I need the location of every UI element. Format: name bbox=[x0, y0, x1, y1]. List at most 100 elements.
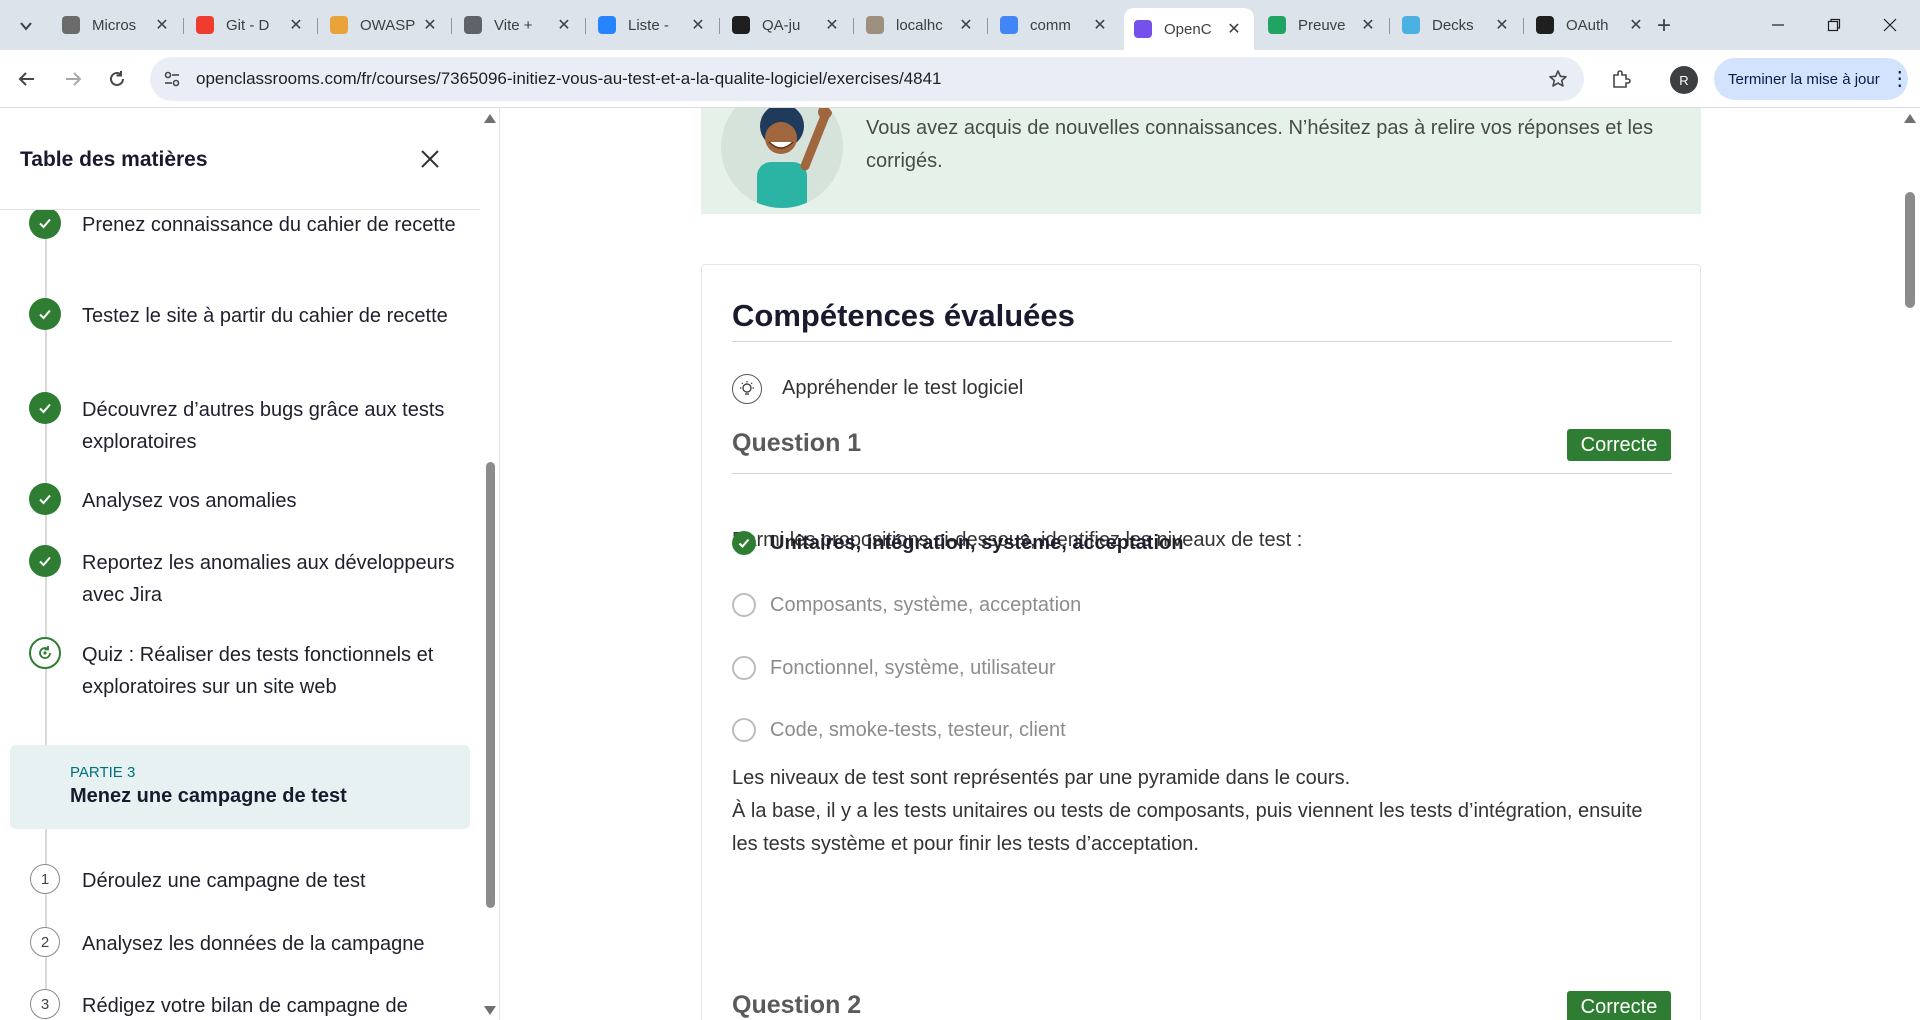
bookmark-star-icon[interactable] bbox=[1546, 67, 1570, 91]
answer-option: Unitaires, intégration, système, accepta… bbox=[732, 528, 1183, 558]
close-tab-icon[interactable]: ✕ bbox=[554, 15, 574, 35]
close-tab-icon[interactable]: ✕ bbox=[956, 15, 976, 35]
part-title: Menez une campagne de test bbox=[70, 785, 347, 807]
radio-unselected-icon bbox=[732, 593, 756, 617]
tab-title: Micros bbox=[92, 16, 137, 34]
sidebar-chapter-label: Testez le site à partir du cahier de rec… bbox=[82, 305, 448, 327]
tab-title: Decks bbox=[1432, 16, 1474, 34]
github-icon bbox=[732, 16, 750, 34]
tab-2[interactable]: Git - D ✕ bbox=[186, 8, 316, 42]
checkmark-icon bbox=[29, 207, 61, 239]
localhost-icon bbox=[866, 16, 884, 34]
tab-5[interactable]: Liste - ✕ bbox=[588, 8, 718, 42]
restore-icon[interactable] bbox=[1806, 0, 1862, 50]
sidebar-chapter[interactable]: Analysez vos anomalies bbox=[0, 483, 480, 515]
close-tab-icon[interactable]: ✕ bbox=[1626, 15, 1646, 35]
close-tab-icon[interactable]: ✕ bbox=[152, 15, 172, 35]
checkmark-icon bbox=[29, 483, 61, 515]
forward-arrow-icon[interactable] bbox=[56, 62, 90, 96]
close-tab-icon[interactable]: ✕ bbox=[688, 15, 708, 35]
update-button-label: Terminer la mise à jour bbox=[1728, 70, 1880, 88]
answer-option: Code, smoke-tests, testeur, client bbox=[732, 715, 1066, 745]
tab-4[interactable]: Vite + ✕ bbox=[454, 8, 584, 42]
tab-title: Liste - bbox=[628, 16, 669, 34]
profile-avatar[interactable]: R bbox=[1670, 66, 1698, 94]
sidebar-chapter[interactable]: 2 Analysez les données de la campagne bbox=[0, 926, 480, 958]
scroll-up-arrow-icon[interactable] bbox=[484, 114, 496, 123]
tab-title: Preuve bbox=[1298, 16, 1346, 34]
correct-check-icon bbox=[732, 531, 756, 555]
close-tab-icon[interactable]: ✕ bbox=[1224, 19, 1244, 39]
close-tab-icon[interactable]: ✕ bbox=[286, 15, 306, 35]
answer-option: Composants, système, acceptation bbox=[732, 590, 1081, 620]
close-tab-icon[interactable]: ✕ bbox=[1090, 15, 1110, 35]
tab-separator bbox=[987, 18, 988, 34]
question-2-title: Question 2 bbox=[732, 991, 862, 1019]
part-3-header[interactable]: PARTIE 3 Menez une campagne de test bbox=[10, 745, 470, 829]
banner-message: Vous avez acquis de nouvelles connaissan… bbox=[866, 117, 1654, 172]
sidebar-chapter[interactable]: Prenez connaissance du cahier de recette bbox=[0, 207, 480, 271]
tab-10[interactable]: Preuve ✕ bbox=[1258, 8, 1388, 42]
scrollbar-thumb[interactable] bbox=[1905, 192, 1915, 308]
chapter-number: 1 bbox=[30, 864, 60, 894]
minimize-icon[interactable] bbox=[1750, 0, 1806, 50]
sidebar-scrollbar[interactable] bbox=[480, 108, 499, 1020]
update-button[interactable]: Terminer la mise à jour ⋮ bbox=[1714, 58, 1910, 100]
results-card: Compétences évaluées Appréhender le test… bbox=[701, 264, 1701, 1020]
celebrating-person-illustration bbox=[721, 108, 843, 208]
sidebar-chapter[interactable]: 3 Rédigez votre bilan de campagne de bbox=[0, 988, 480, 1020]
scrollbar-thumb[interactable] bbox=[486, 462, 495, 908]
checkmark-icon bbox=[29, 298, 61, 330]
tab-separator bbox=[183, 18, 184, 34]
answer-option-label: Fonctionnel, système, utilisateur bbox=[770, 656, 1056, 679]
address-bar[interactable]: openclassrooms.com/fr/courses/7365096-in… bbox=[150, 57, 1584, 101]
explanation-line: Les niveaux de test sont représentés par… bbox=[732, 767, 1351, 789]
tab-separator bbox=[719, 18, 720, 34]
close-sidebar-icon[interactable] bbox=[415, 144, 445, 174]
sidebar-title: Table des matières bbox=[20, 148, 208, 171]
scroll-up-arrow-icon[interactable] bbox=[1904, 114, 1916, 123]
url-text[interactable]: openclassrooms.com/fr/courses/7365096-in… bbox=[196, 69, 942, 89]
sidebar-chapter[interactable]: Découvrez d’autres bugs grâce aux tests … bbox=[0, 392, 480, 456]
owasp-icon bbox=[330, 16, 348, 34]
status-badge: Correcte bbox=[1567, 429, 1671, 461]
tab-title: localhc bbox=[896, 16, 943, 34]
answer-option-label: Composants, système, acceptation bbox=[770, 593, 1082, 616]
close-tab-icon[interactable]: ✕ bbox=[822, 15, 842, 35]
sidebar-chapter-label: Découvrez d’autres bugs grâce aux tests … bbox=[82, 399, 445, 453]
extensions-puzzle-icon[interactable] bbox=[1604, 62, 1638, 96]
site-settings-icon[interactable] bbox=[160, 67, 184, 91]
tab-title: OpenC bbox=[1164, 20, 1212, 38]
close-tab-icon[interactable]: ✕ bbox=[1492, 15, 1512, 35]
tab-9[interactable]: OpenC ✕ bbox=[1124, 8, 1254, 50]
page-scrollbar[interactable] bbox=[1900, 108, 1920, 1020]
scroll-down-arrow-icon[interactable] bbox=[484, 1006, 496, 1015]
back-arrow-icon[interactable] bbox=[10, 62, 44, 96]
tab-11[interactable]: Decks ✕ bbox=[1392, 8, 1522, 42]
more-menu-icon[interactable]: ⋮ bbox=[1890, 69, 1910, 89]
tab-separator bbox=[317, 18, 318, 34]
tab-title: Vite + bbox=[494, 16, 533, 34]
tab-12[interactable]: OAuth ✕ bbox=[1526, 8, 1656, 42]
main-content: Vous avez acquis de nouvelles connaissan… bbox=[501, 108, 1900, 1020]
sidebar-chapter[interactable]: Reportez les anomalies aux développeurs … bbox=[0, 545, 480, 609]
tab-3[interactable]: OWASP ✕ bbox=[320, 8, 450, 42]
tab-search-chevron-icon[interactable] bbox=[12, 12, 40, 40]
table-of-contents-sidebar: Prenez connaissance du cahier de recette… bbox=[0, 108, 500, 1020]
close-tab-icon[interactable]: ✕ bbox=[1358, 15, 1378, 35]
tab-8[interactable]: comm ✕ bbox=[990, 8, 1120, 42]
tab-separator bbox=[1523, 18, 1524, 34]
close-tab-icon[interactable]: ✕ bbox=[420, 15, 440, 35]
reload-icon[interactable] bbox=[100, 62, 134, 96]
sidebar-chapter[interactable]: Testez le site à partir du cahier de rec… bbox=[0, 298, 480, 362]
tab-7[interactable]: localhc ✕ bbox=[856, 8, 986, 42]
sidebar-chapter-label: Analysez les données de la campagne bbox=[82, 933, 425, 955]
tab-6[interactable]: QA-ju ✕ bbox=[722, 8, 852, 42]
radio-unselected-icon bbox=[732, 656, 756, 680]
window-close-icon[interactable] bbox=[1862, 0, 1918, 50]
sidebar-chapter[interactable]: Quiz : Réaliser des tests fonctionnels e… bbox=[0, 637, 480, 701]
sidebar-chapter[interactable]: 1 Déroulez une campagne de test bbox=[0, 863, 480, 895]
competences-title: Compétences évaluées bbox=[732, 298, 1075, 333]
new-tab-plus-icon[interactable]: + bbox=[1650, 12, 1678, 40]
tab-1[interactable]: Micros ✕ bbox=[52, 8, 182, 42]
